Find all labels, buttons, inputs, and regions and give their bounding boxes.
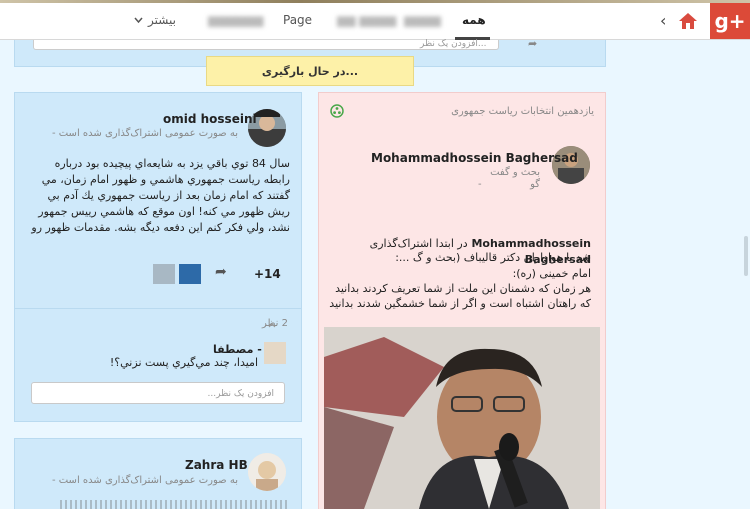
post-author[interactable]: Zahra HB bbox=[185, 458, 248, 472]
separator: - bbox=[478, 179, 482, 190]
google-plus-logo[interactable]: g+ bbox=[710, 3, 750, 39]
post-visibility: به صورت عمومی اشتراک‌گذاری شده است - bbox=[51, 128, 238, 139]
tab-hidden-2[interactable]: ▆▆ ▆▆▆▆ bbox=[337, 13, 396, 27]
top-accent-strip bbox=[0, 0, 750, 3]
commenter-avatar[interactable] bbox=[264, 342, 286, 364]
tab-more[interactable]: بیشتر bbox=[148, 13, 176, 27]
post-author[interactable]: omid hosseini bbox=[163, 112, 257, 126]
tab-all[interactable]: همه bbox=[462, 13, 486, 27]
shared-text: در ابتدا اشتراک‌گذاری bbox=[369, 237, 468, 250]
post-body-partial bbox=[60, 500, 288, 509]
post-visibility: به صورت عمومی اشتراک‌گذاری شده است - bbox=[51, 475, 238, 486]
tab-hidden-1[interactable]: ▆▆▆▆ bbox=[404, 13, 441, 27]
comment-placeholder: افزودن یک نظر... bbox=[420, 39, 487, 49]
home-icon[interactable] bbox=[678, 12, 698, 30]
comments-count[interactable]: 2 نظر bbox=[240, 318, 288, 329]
plus-one-count[interactable]: +14 bbox=[254, 267, 281, 281]
chevron-left-icon[interactable]: ‹ bbox=[660, 12, 672, 30]
tab-hidden-3[interactable]: ▆▆▆▆▆▆ bbox=[208, 13, 263, 27]
post-category[interactable]: بحث و گفت bbox=[460, 167, 540, 178]
post-photo[interactable] bbox=[324, 327, 600, 509]
loading-banner: در حال بارگیری... bbox=[206, 56, 414, 86]
divider bbox=[15, 308, 301, 309]
post-author[interactable]: Mohammadhossein Baghersad bbox=[371, 151, 578, 165]
quote-line-1: هر زمان که دشمنان این ملت از شما تعریف ک… bbox=[335, 282, 591, 295]
community-icon bbox=[330, 104, 344, 118]
quote-author: امام خمینی (ره): bbox=[512, 267, 591, 280]
comment-text: اميدا، چند مي‌گيري پست نزني؟! bbox=[109, 356, 258, 369]
shared-text-line2: شد با هواداران دکتر قالیباف (بحث و گ ...… bbox=[395, 251, 591, 264]
avatar[interactable] bbox=[248, 453, 286, 491]
share-icon[interactable]: ➦ bbox=[528, 37, 537, 50]
community-name[interactable]: یازدهمین انتخابات ریاست جمهوری bbox=[410, 106, 594, 117]
quote-line-2: که راهتان اشتباه است و اگر از شما خشمگین… bbox=[329, 297, 591, 310]
scrollbar-thumb[interactable] bbox=[744, 236, 748, 276]
top-navigation-bar: g+ ‹ همه ▆▆▆▆ ▆▆ ▆▆▆▆ Page ▆▆▆▆▆▆ بیشتر bbox=[0, 0, 750, 40]
plus-one-avatar[interactable] bbox=[179, 264, 201, 284]
post-category-cont[interactable]: گو bbox=[480, 179, 540, 190]
comment-input[interactable]: افزودن یک نظر... bbox=[31, 382, 285, 404]
chevron-up-icon[interactable] bbox=[268, 322, 276, 328]
tab-page[interactable]: Page bbox=[283, 13, 312, 27]
plus-one-avatar[interactable] bbox=[153, 264, 175, 284]
share-icon[interactable]: ➦ bbox=[215, 264, 227, 280]
chevron-down-icon[interactable] bbox=[134, 16, 143, 25]
post-body: سال 84 توي باقي يزد به شايعه‌اي پيچيده ب… bbox=[31, 157, 290, 234]
comment-placeholder: افزودن یک نظر... bbox=[207, 389, 274, 399]
